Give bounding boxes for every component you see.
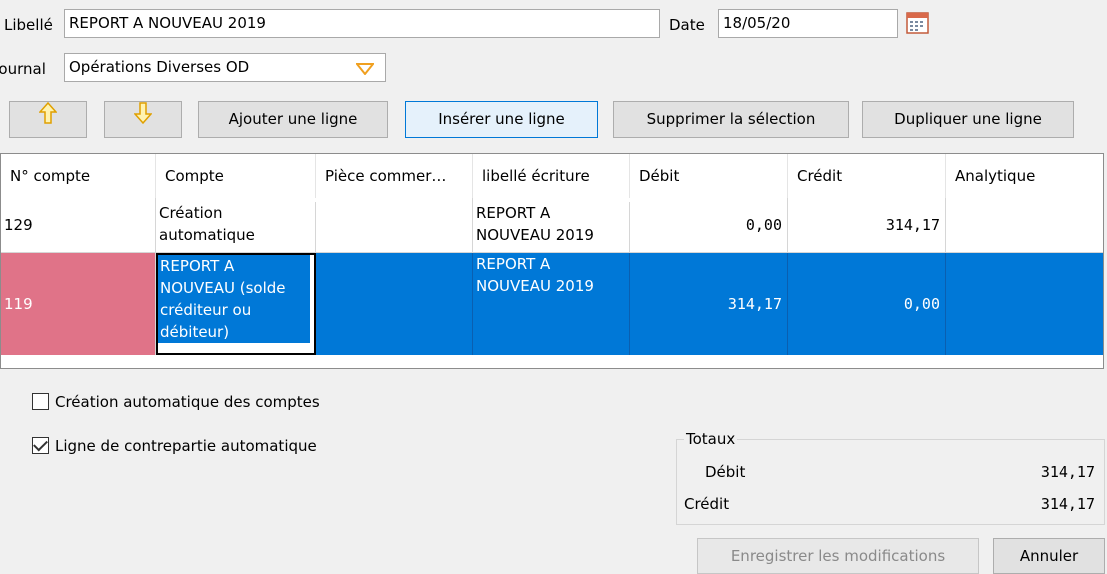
cell-debit[interactable]: 0,00 (630, 198, 788, 252)
libelle-label: Libellé (4, 16, 53, 34)
duplicate-line-button[interactable]: Dupliquer une ligne (862, 101, 1074, 138)
table-row-selected[interactable]: 119 REPORT A NOUVEAU (solde créditeur ou… (1, 253, 1103, 355)
column-header-libelle[interactable]: libellé écriture (473, 154, 630, 198)
auto-accounts-checkbox[interactable] (32, 393, 49, 410)
checkmark-icon (33, 436, 48, 452)
cell-credit[interactable]: 0,00 (788, 253, 946, 355)
journal-select[interactable]: Opérations Diverses OD (64, 53, 386, 82)
cell-compte-editor[interactable]: REPORT A NOUVEAU (solde créditeur ou déb… (156, 253, 316, 355)
cell-analytique[interactable] (946, 198, 1103, 252)
totals-title: Totaux (684, 429, 738, 449)
table-row[interactable]: 129 Création automatique REPORT A NOUVEA… (1, 198, 1103, 253)
calendar-icon[interactable] (906, 12, 929, 34)
cell-compte[interactable]: Création automatique (156, 202, 316, 252)
column-header-debit[interactable]: Débit (630, 154, 788, 198)
cell-libelle[interactable]: REPORT A NOUVEAU 2019 (473, 202, 630, 252)
cell-piece[interactable] (316, 253, 473, 355)
entries-grid[interactable]: N° compte Compte Pièce commer… libellé é… (0, 153, 1104, 369)
journal-value: Opérations Diverses OD (69, 58, 250, 76)
cell-debit[interactable]: 314,17 (630, 253, 788, 355)
add-line-button[interactable]: Ajouter une ligne (198, 101, 388, 138)
cell-analytique[interactable] (946, 253, 1103, 355)
chevron-down-icon[interactable] (354, 61, 376, 76)
arrow-up-icon (38, 101, 58, 137)
totals-credit-value: 314,17 (1040, 495, 1095, 513)
cell-compte-text: REPORT A NOUVEAU (solde créditeur ou déb… (158, 255, 310, 343)
column-header-analytique[interactable]: Analytique (946, 154, 1103, 198)
column-header-credit[interactable]: Crédit (788, 154, 946, 198)
auto-counterpart-checkbox[interactable] (32, 436, 49, 454)
auto-counterpart-label: Ligne de contrepartie automatique (55, 437, 317, 455)
libelle-input[interactable]: REPORT A NOUVEAU 2019 (64, 9, 660, 38)
move-down-button[interactable] (104, 101, 182, 138)
column-header-numero[interactable]: N° compte (1, 154, 156, 198)
totals-debit-value: 314,17 (1040, 463, 1095, 481)
arrow-down-icon (133, 102, 153, 137)
date-label: Date (669, 16, 705, 34)
cancel-button[interactable]: Annuler (993, 538, 1105, 574)
journal-label: Journal (0, 60, 46, 78)
cell-credit[interactable]: 314,17 (788, 198, 946, 252)
insert-line-button[interactable]: Insérer une ligne (405, 101, 598, 138)
cell-piece[interactable] (316, 198, 473, 252)
totals-credit-label: Crédit (684, 495, 730, 513)
save-button[interactable]: Enregistrer les modifications (697, 538, 979, 574)
cell-numero[interactable]: 129 (1, 198, 156, 252)
column-header-piece[interactable]: Pièce commer… (316, 154, 473, 198)
delete-selection-button[interactable]: Supprimer la sélection (613, 101, 849, 138)
cell-numero[interactable]: 119 (1, 253, 156, 355)
move-up-button[interactable] (9, 101, 87, 138)
date-input[interactable]: 18/05/20 (718, 9, 898, 38)
totals-debit-label: Débit (705, 463, 746, 481)
cell-libelle[interactable]: REPORT A NOUVEAU 2019 (473, 253, 630, 355)
column-header-compte[interactable]: Compte (156, 154, 316, 198)
auto-accounts-label: Création automatique des comptes (55, 393, 320, 411)
